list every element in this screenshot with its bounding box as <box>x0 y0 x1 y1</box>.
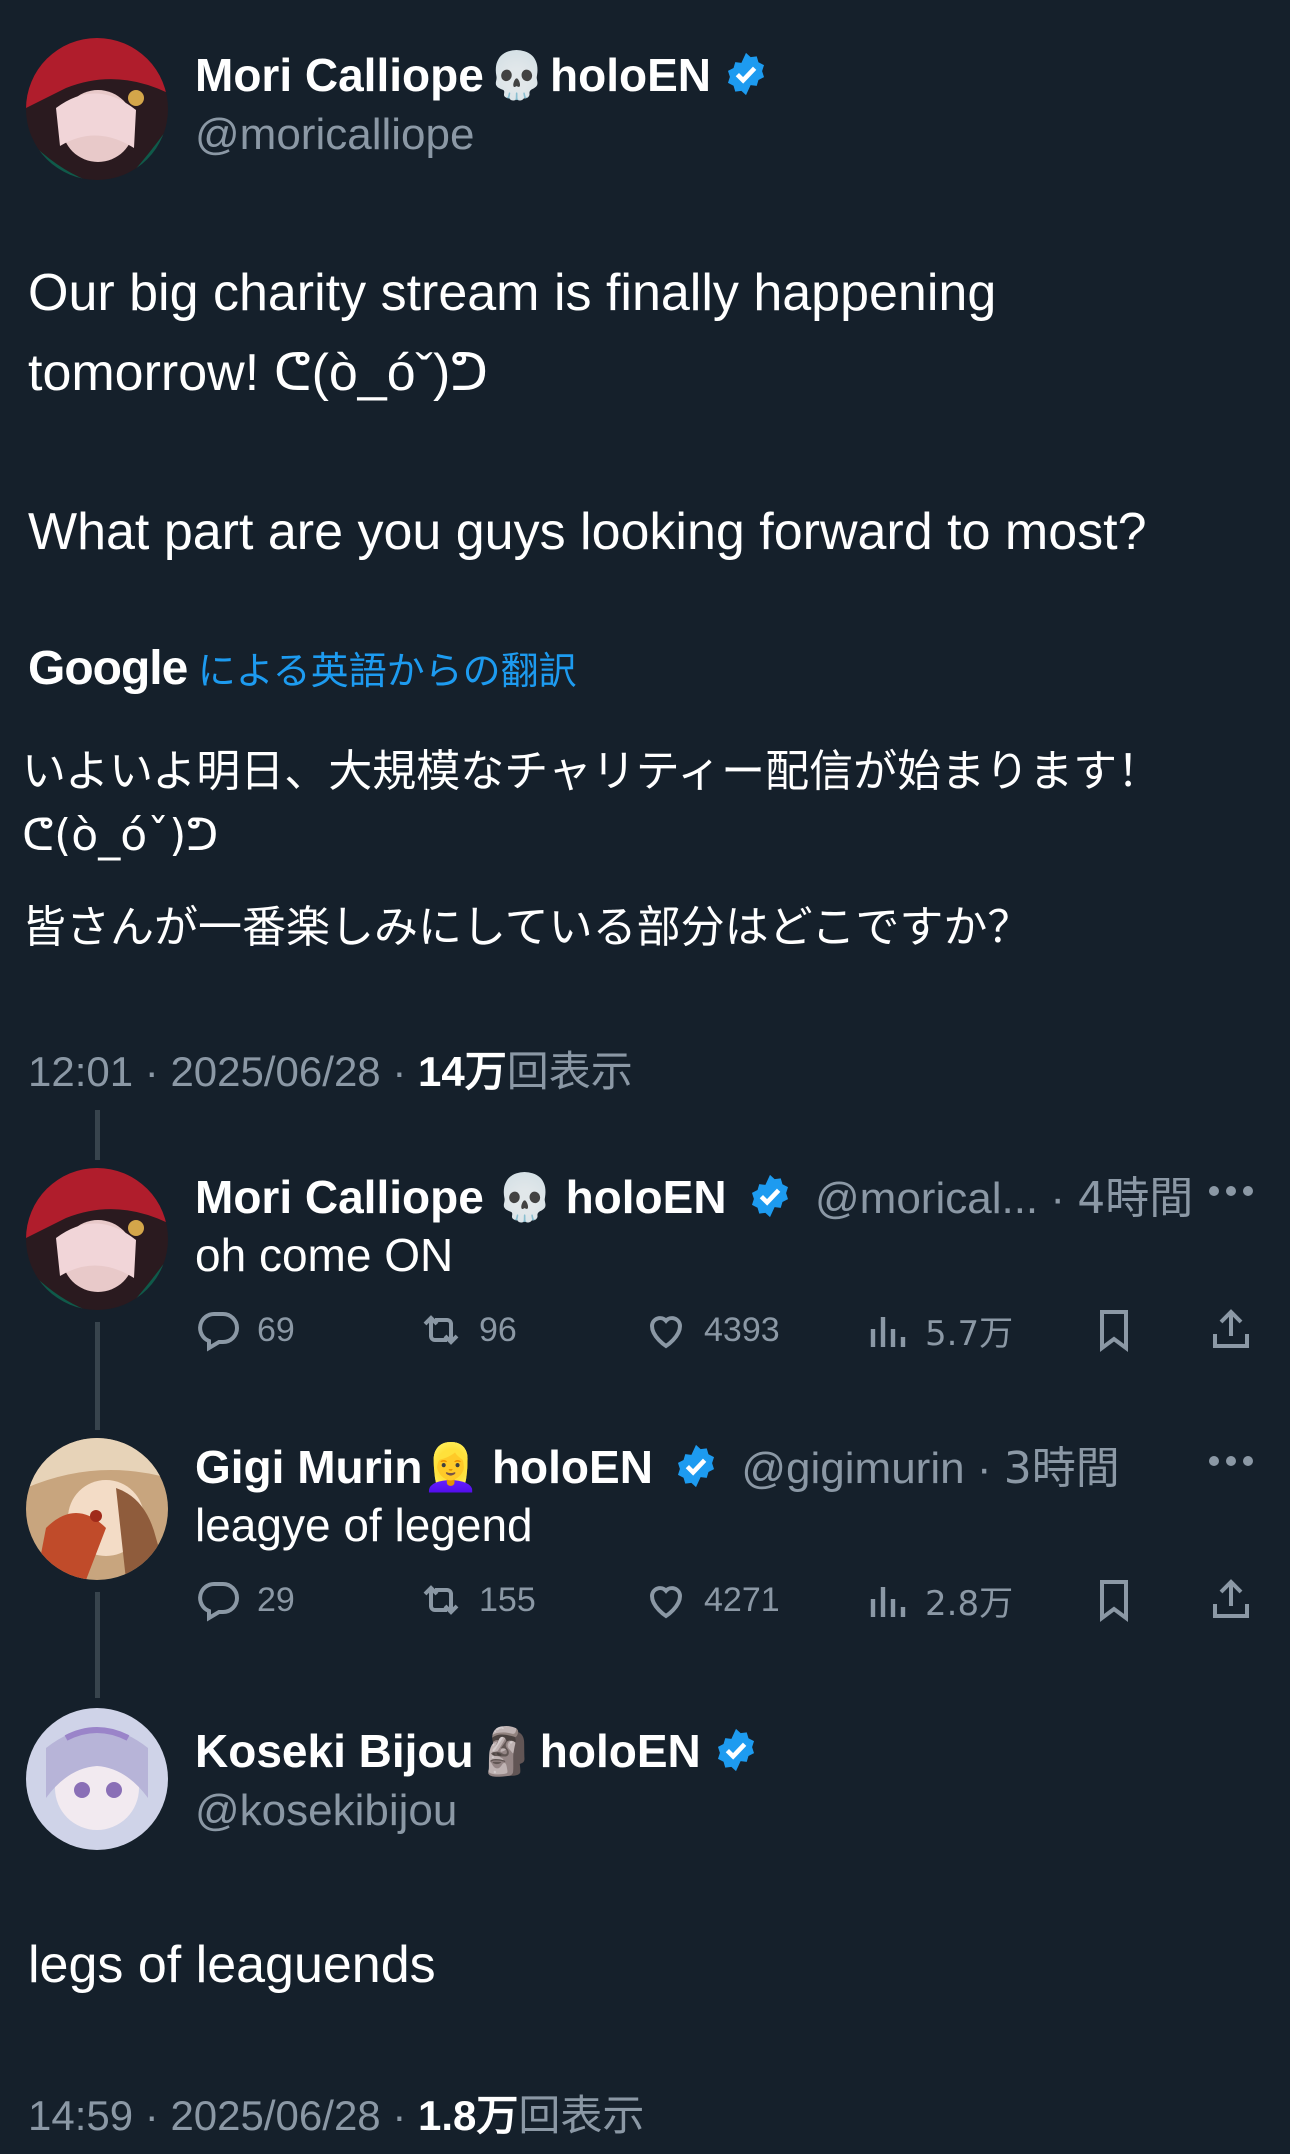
handle[interactable]: @morical... <box>815 1174 1038 1223</box>
display-name[interactable]: Mori Calliope <box>195 49 484 101</box>
like-icon <box>649 1316 683 1349</box>
translated-line: いよいよ明日、大規模なチャリティー配信が始まります！ <box>22 746 1162 797</box>
display-name[interactable]: Koseki Bijou <box>195 1725 474 1777</box>
verified-badge-icon <box>751 1174 788 1218</box>
tweet-date[interactable]: 2025/06/28 <box>170 2092 380 2139</box>
views-button[interactable]: 2.8万 <box>863 1576 1013 1625</box>
like-button[interactable]: 4393 <box>642 1306 780 1354</box>
main-tweet-meta: 12:01 · 2025/06/28 · 14万回表示 <box>28 1048 633 1095</box>
reply-icon <box>198 1581 239 1622</box>
avatar-koseki-bijou[interactable] <box>26 1708 168 1850</box>
avatar-mori-calliope[interactable] <box>26 1168 168 1310</box>
tweet-date[interactable]: 2025/06/28 <box>170 1048 380 1095</box>
like-count: 4271 <box>704 1580 780 1619</box>
share-icon <box>1213 1309 1249 1348</box>
reply-count: 69 <box>257 1310 295 1349</box>
reply-text: leagye of legend <box>195 1499 533 1551</box>
retweet-count: 96 <box>479 1310 517 1349</box>
main-tweet-name-row[interactable]: Mori Calliope 💀 holoEN <box>195 48 769 103</box>
tweet-text-line: What part are you guys looking forward t… <box>28 503 1147 561</box>
name-emoji: 💀 <box>496 1171 554 1223</box>
name-suffix[interactable]: holoEN <box>566 1171 727 1223</box>
reply-header[interactable]: Mori Calliope 💀 holoEN @morical... · 4時間 <box>195 1162 1193 1226</box>
tweet-text: Our big charity stream is finally happen… <box>28 253 1258 413</box>
bookmark-icon <box>1100 1310 1128 1352</box>
display-name[interactable]: Gigi Murin <box>195 1441 422 1493</box>
views-icon <box>870 1316 906 1347</box>
share-button[interactable] <box>1207 1306 1269 1354</box>
display-name[interactable]: Mori Calliope <box>195 1171 484 1223</box>
name-emoji: 👱‍♀️ <box>422 1441 480 1493</box>
more-dots-icon[interactable] <box>1207 1184 1255 1198</box>
share-icon <box>1213 1579 1249 1618</box>
translated-line: 皆さんが一番楽しみにしている部分はどこですか？ <box>22 902 1032 953</box>
view-label: 回表示 <box>518 2092 645 2139</box>
translation-attribution[interactable]: Google による英語からの翻訳 <box>28 640 577 696</box>
like-icon <box>649 1586 683 1619</box>
tweet-time[interactable]: 12:01 <box>28 1048 133 1095</box>
view-count: 5.7万 <box>925 1314 1014 1354</box>
translation-label[interactable]: による英語からの翻訳 <box>198 649 577 693</box>
name-suffix[interactable]: holoEN <box>550 49 711 101</box>
view-label: 回表示 <box>506 1048 633 1095</box>
tweet-text-line: Our big charity stream is finally happen… <box>28 264 997 322</box>
like-count: 4393 <box>704 1310 780 1349</box>
focus-tweet-meta: 14:59 · 2025/06/28 · 1.8万回表示 <box>28 2092 645 2139</box>
view-count: 1.8万 <box>418 2092 519 2139</box>
name-emoji: 💀 <box>488 49 546 101</box>
handle[interactable]: @kosekibijou <box>195 1786 457 1836</box>
handle[interactable]: @gigimurin <box>741 1444 964 1493</box>
more-dots-icon[interactable] <box>1207 1454 1255 1468</box>
views-button[interactable]: 5.7万 <box>863 1306 1013 1355</box>
tweet-text: legs of leaguends <box>28 1936 436 1994</box>
bookmark-button[interactable] <box>1090 1576 1152 1624</box>
thread-line <box>95 1110 100 1160</box>
name-suffix[interactable]: holoEN <box>492 1441 653 1493</box>
avatar-gigi-murin[interactable] <box>26 1438 168 1580</box>
thread-line <box>95 1592 100 1698</box>
reply-button[interactable]: 69 <box>195 1306 295 1354</box>
reply-button[interactable]: 29 <box>195 1576 295 1624</box>
thread-line <box>95 1322 100 1430</box>
reply-actions: 29 155 4271 2.8万 <box>195 1576 1265 1636</box>
tweet-time[interactable]: 14:59 <box>28 2092 133 2139</box>
view-count: 14万 <box>418 1048 507 1095</box>
bookmark-button[interactable] <box>1090 1306 1152 1354</box>
avatar-mori-calliope[interactable] <box>26 38 168 180</box>
retweet-icon <box>423 1585 459 1615</box>
reply-icon <box>198 1311 239 1352</box>
retweet-button[interactable]: 96 <box>417 1306 517 1354</box>
retweet-count: 155 <box>479 1580 536 1619</box>
reply-actions: 69 96 4393 5.7万 <box>195 1306 1265 1366</box>
retweet-button[interactable]: 155 <box>417 1576 536 1624</box>
reply-count: 29 <box>257 1580 295 1619</box>
translated-line: ᕦ(ò_óˇ)ᕤ <box>22 810 219 861</box>
google-logo: Google <box>28 642 188 695</box>
share-button[interactable] <box>1207 1576 1269 1624</box>
verified-badge-icon <box>678 1444 715 1488</box>
bookmark-icon <box>1100 1580 1128 1622</box>
view-count: 2.8万 <box>925 1584 1014 1624</box>
time-ago[interactable]: 3時間 <box>1004 1443 1120 1494</box>
reply-header[interactable]: Gigi Murin👱‍♀️ holoEN @gigimurin · 3時間 <box>195 1432 1120 1496</box>
reply-text: oh come ON <box>195 1229 454 1281</box>
retweet-icon <box>423 1315 459 1345</box>
translated-text: いよいよ明日、大規模なチャリティー配信が始まります！ ᕦ(ò_óˇ)ᕤ 皆さんが… <box>22 740 1272 960</box>
verified-badge-icon <box>728 52 765 96</box>
views-icon <box>870 1586 906 1617</box>
time-ago[interactable]: 4時間 <box>1077 1173 1193 1224</box>
tweet-text-line: tomorrow! ᕦ(ò_óˇ)ᕤ <box>28 344 489 402</box>
like-button[interactable]: 4271 <box>642 1576 780 1624</box>
name-emoji: 🗿 <box>478 1725 536 1777</box>
focus-tweet-name-row[interactable]: Koseki Bijou 🗿 holoEN <box>195 1724 759 1779</box>
name-suffix[interactable]: holoEN <box>540 1725 701 1777</box>
handle[interactable]: @moricalliope <box>195 110 474 160</box>
verified-badge-icon <box>718 1728 755 1772</box>
